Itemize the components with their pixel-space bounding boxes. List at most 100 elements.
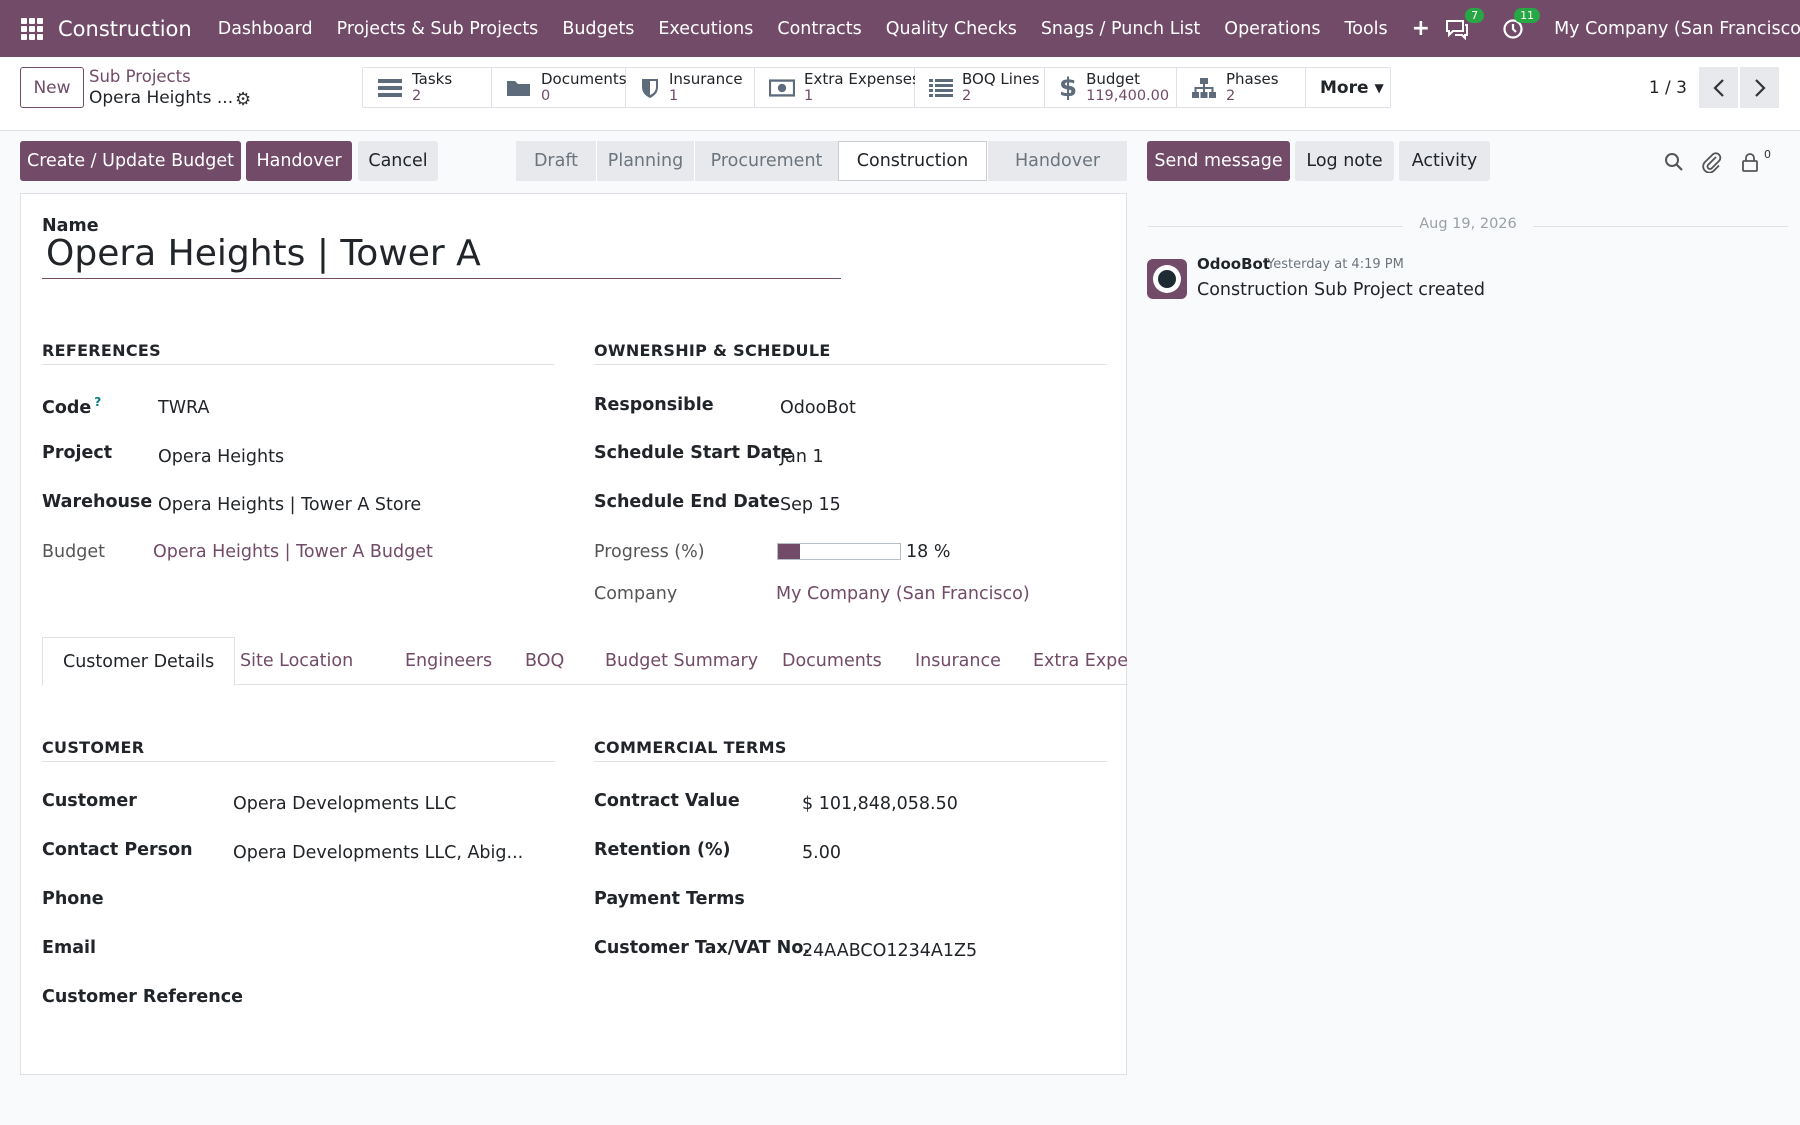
menu-dashboard[interactable]: Dashboard [206, 19, 325, 39]
smart-buttons: Tasks 2 Documents 0 Insurance 1 Extra Expen… [362, 67, 1391, 108]
handover-button[interactable]: Handover [246, 141, 352, 181]
apps-menu-icon[interactable] [21, 17, 43, 40]
log-note-button[interactable]: Log note [1295, 141, 1394, 181]
company-switcher[interactable]: My Company (San Francisco) [1554, 19, 1800, 39]
message-body: Construction Sub Project created [1197, 280, 1485, 300]
start-date-value[interactable]: Jan 1 [780, 447, 824, 467]
tab-boq[interactable]: BOQ [525, 637, 564, 685]
activity-button[interactable]: Activity [1399, 141, 1490, 181]
send-message-button[interactable]: Send message [1147, 141, 1290, 181]
contact-value[interactable]: Opera Developments LLC, Abig... [233, 843, 523, 863]
pager-previous-button[interactable] [1699, 67, 1738, 108]
caret-down-icon: ▼ [1374, 80, 1384, 95]
menu-budgets[interactable]: Budgets [550, 19, 646, 39]
menu-snags[interactable]: Snags / Punch List [1029, 19, 1212, 39]
cancel-button[interactable]: Cancel [358, 141, 438, 181]
project-label: Project [42, 443, 113, 463]
stage-planning[interactable]: Planning [596, 141, 694, 181]
menu-operations[interactable]: Operations [1212, 19, 1332, 39]
menu-quality-checks[interactable]: Quality Checks [874, 19, 1029, 39]
smart-button-extra-expenses[interactable]: Extra Expenses 1 [755, 68, 920, 107]
project-value[interactable]: Opera Heights [158, 447, 284, 467]
contact-label: Contact Person [42, 840, 193, 860]
pager-value[interactable]: 1 / 3 [1649, 78, 1687, 98]
gear-icon[interactable]: ⚙ [235, 89, 251, 110]
budget-link[interactable]: Opera Heights | Tower A Budget [153, 542, 433, 562]
documents-count: 0 [541, 87, 551, 104]
retention-value[interactable]: 5.00 [802, 843, 841, 863]
payment-terms-label: Payment Terms [594, 889, 745, 909]
breadcrumb-parent[interactable]: Sub Projects [89, 67, 191, 86]
contract-value[interactable]: $ 101,848,058.50 [802, 794, 958, 814]
warehouse-value[interactable]: Opera Heights | Tower A Store [158, 495, 421, 515]
tab-customer-details[interactable]: Customer Details [42, 637, 236, 686]
tab-budget-summary[interactable]: Budget Summary [605, 637, 758, 685]
more-label: More [1320, 77, 1369, 98]
tax-label: Customer Tax/VAT No. [594, 938, 810, 958]
odoobot-avatar[interactable] [1147, 259, 1187, 299]
menu-contracts[interactable]: Contracts [765, 19, 873, 39]
company-link[interactable]: My Company (San Francisco) [776, 584, 1030, 604]
smart-button-budget[interactable]: $ Budget 119,400.00 [1045, 68, 1177, 107]
tab-documents[interactable]: Documents [782, 637, 882, 685]
paperclip-icon[interactable] [1700, 150, 1724, 174]
stage-draft[interactable]: Draft [516, 141, 596, 181]
new-button[interactable]: New [20, 67, 84, 108]
start-date-label: Schedule Start Date [594, 443, 793, 463]
budget-label: Budget [1086, 69, 1141, 88]
activity-clock-icon[interactable]: 11 [1498, 7, 1541, 44]
plus-icon[interactable]: + [1400, 16, 1442, 41]
messages-count-badge: 7 [1465, 7, 1485, 23]
smart-button-phases[interactable]: Phases 2 [1177, 68, 1306, 107]
responsible-value[interactable]: OdooBot [780, 398, 856, 418]
stage-handover[interactable]: Handover [987, 141, 1127, 181]
menu-executions[interactable]: Executions [646, 19, 765, 39]
code-value[interactable]: TWRA [158, 398, 209, 418]
shield-icon [640, 75, 660, 101]
company-label: Company [594, 584, 678, 604]
tasks-count: 2 [412, 87, 422, 104]
messages-icon[interactable]: 7 [1442, 7, 1485, 44]
date-separator: Aug 19, 2026 [1148, 216, 1788, 236]
folder-icon [506, 75, 532, 101]
app-name[interactable]: Construction [58, 17, 192, 41]
progress-value: 18 % [906, 542, 951, 562]
search-icon[interactable] [1662, 150, 1686, 174]
tab-site-location[interactable]: Site Location [240, 637, 353, 685]
tab-insurance[interactable]: Insurance [915, 637, 1001, 685]
menu-tools[interactable]: Tools [1333, 19, 1400, 39]
smart-button-documents[interactable]: Documents 0 [492, 68, 627, 107]
help-tooltip-icon[interactable]: ? [94, 395, 101, 409]
end-date-value[interactable]: Sep 15 [780, 495, 841, 515]
extra-expenses-count: 1 [804, 87, 814, 104]
email-label: Email [42, 938, 96, 958]
documents-label: Documents [541, 69, 627, 88]
pager-next-button[interactable] [1740, 67, 1779, 108]
boq-lines-label: BOQ Lines [962, 69, 1040, 88]
phases-count: 2 [1226, 87, 1236, 104]
customer-value[interactable]: Opera Developments LLC [233, 794, 456, 814]
tab-engineers[interactable]: Engineers [405, 637, 492, 685]
smart-button-boq-lines[interactable]: BOQ Lines 2 [915, 68, 1045, 107]
smart-button-tasks[interactable]: Tasks 2 [363, 68, 492, 107]
stage-construction[interactable]: Construction [838, 141, 987, 181]
code-label: Code? [42, 395, 102, 418]
stage-procurement[interactable]: Procurement [694, 141, 838, 181]
followers-lock-icon[interactable] [1738, 150, 1762, 174]
create-update-budget-button[interactable]: Create / Update Budget [20, 141, 241, 181]
breadcrumb-current: Opera Heights ... [89, 88, 234, 108]
menu-projects[interactable]: Projects & Sub Projects [325, 19, 551, 39]
tab-extra-expense[interactable]: Extra Expense [1033, 637, 1128, 685]
commercial-title: COMMERCIAL TERMS [594, 738, 787, 757]
name-input[interactable]: Opera Heights | Tower A [42, 229, 841, 279]
extra-expenses-label: Extra Expenses [804, 69, 920, 88]
sitemap-icon [1191, 75, 1217, 101]
more-dropdown[interactable]: More ▼ [1306, 68, 1390, 107]
message-time: Yesterday at 4:19 PM [1267, 257, 1404, 272]
form-sheet: Name Opera Heights | Tower A REFERENCES … [20, 193, 1128, 1075]
tax-value[interactable]: 24AABCO1234A1Z5 [802, 941, 977, 961]
followers-count: 0 [1764, 148, 1771, 161]
message-author[interactable]: OdooBot [1197, 255, 1270, 273]
smart-button-insurance[interactable]: Insurance 1 [626, 68, 755, 107]
responsible-label: Responsible [594, 395, 714, 415]
